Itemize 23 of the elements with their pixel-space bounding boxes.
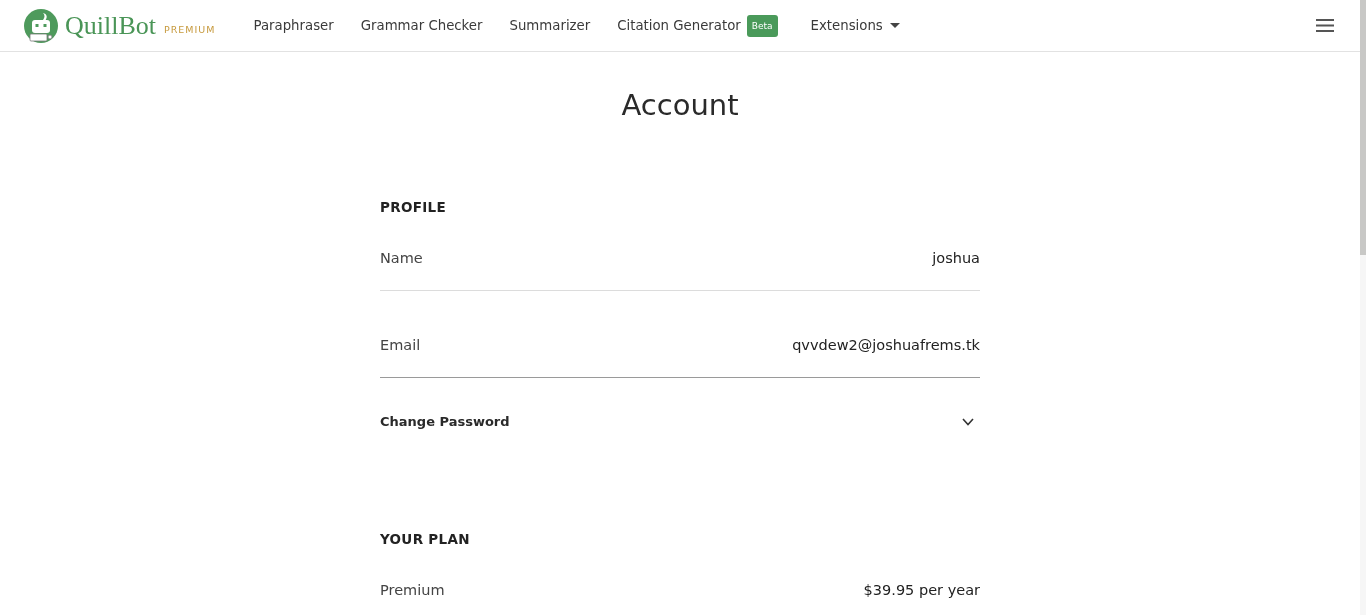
change-password-toggle[interactable]: Change Password: [380, 378, 980, 453]
section-heading: PROFILE: [380, 198, 447, 217]
field-label: Premium: [380, 581, 445, 600]
nav-link[interactable]: Paraphraser: [253, 18, 334, 33]
page-title: Account: [621, 87, 739, 123]
nav-link[interactable]: Grammar Checker: [360, 18, 483, 33]
nav-link[interactable]: Summarizer: [509, 18, 591, 33]
section-heading: YOUR PLAN: [380, 530, 471, 549]
plan-tag: PREMIUM: [164, 24, 216, 35]
beta-badge: Beta: [746, 14, 778, 37]
chevron-icon: [962, 418, 974, 426]
field-value: $39.95 per year: [863, 581, 980, 600]
scrollbar-thumb[interactable]: [1360, 0, 1366, 255]
field-value: qvvdew2@joshuafrems.tk: [792, 336, 980, 355]
field-label: Name: [380, 249, 423, 268]
menu-button[interactable]: [1316, 19, 1334, 32]
nav-link[interactable]: Citation Generator: [617, 18, 741, 33]
field-value: joshua: [932, 249, 980, 268]
caret-icon: [889, 23, 900, 28]
brand-name[interactable]: QuillBot: [65, 10, 156, 41]
robot-logo-icon[interactable]: [24, 8, 58, 43]
extensions-dropdown[interactable]: Extensions: [810, 18, 900, 33]
field-label: Email: [380, 336, 421, 355]
